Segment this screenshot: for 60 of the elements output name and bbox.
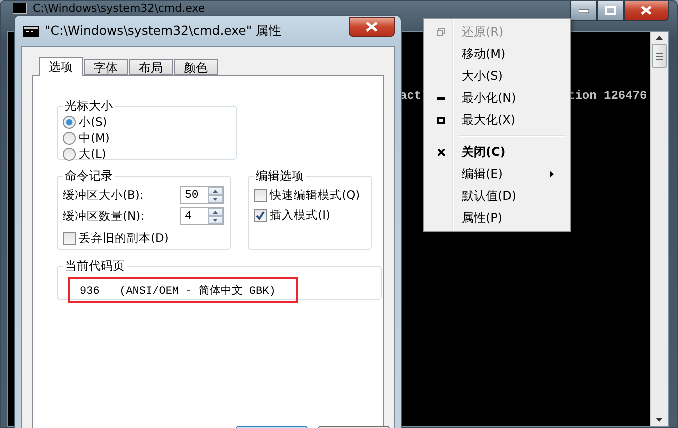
close-icon [366, 22, 378, 32]
group-title: 命令记录 [64, 168, 114, 185]
group-title: 编辑选项 [255, 168, 306, 185]
down-arrow-icon [213, 218, 218, 222]
dialog-title: "C:\Windows\system32\cmd.exe" 属性 [45, 22, 284, 40]
menu-item[interactable]: 编辑(E) [426, 163, 568, 185]
scroll-thumb[interactable] [652, 44, 667, 68]
scroll-down-icon [656, 418, 663, 422]
menu-item[interactable]: 关闭(C) [426, 141, 568, 163]
menu-item[interactable]: 默认值(D) [426, 185, 568, 207]
window-title: C:\Windows\system32\cmd.exe [33, 2, 206, 15]
spin-down-button[interactable] [208, 195, 223, 203]
group-title: 当前代码页 [64, 258, 126, 275]
radio-option[interactable]: 小(S) [63, 115, 231, 130]
up-arrow-icon [213, 210, 218, 214]
radio-option[interactable]: 中(M) [63, 131, 231, 146]
field-label: 缓冲区数量(N): [63, 208, 146, 224]
number-field[interactable]: 50 [180, 186, 224, 204]
menu-item[interactable]: 大小(S) [426, 65, 568, 87]
tab[interactable]: 字体 [84, 59, 128, 75]
close-icon [641, 6, 652, 15]
minimize-button[interactable] [570, 1, 597, 21]
checkbox-option[interactable]: 快速编辑模式(Q) [254, 188, 366, 203]
menu-item[interactable]: 属性(P) [426, 207, 568, 229]
scroll-up-icon [656, 36, 663, 40]
close-icon [438, 148, 444, 156]
scrollbar[interactable] [650, 32, 668, 426]
spin-down-button[interactable] [208, 216, 223, 224]
maximize-icon [605, 6, 616, 15]
down-arrow-icon [213, 198, 218, 200]
maximize-button[interactable] [597, 1, 624, 21]
menu-item[interactable]: 移动(M) [426, 43, 568, 65]
radio-button[interactable] [63, 148, 76, 161]
restore-icon [437, 28, 445, 36]
radio-button[interactable] [63, 116, 76, 129]
tab[interactable]: 颜色 [174, 59, 218, 75]
checkbox[interactable] [63, 232, 76, 245]
number-field[interactable]: 4 [180, 207, 224, 225]
tab[interactable]: 选项 [39, 57, 83, 76]
console-icon [23, 26, 39, 36]
close-button[interactable] [349, 17, 395, 37]
minimize-icon [578, 8, 588, 12]
radio-option[interactable]: 大(L) [63, 147, 231, 162]
checkbox[interactable] [254, 209, 268, 222]
code-page-value: 936 (ANSI/OEM - 简体中文 GBK) [80, 284, 276, 298]
radio-button[interactable] [63, 132, 76, 145]
field-label: 缓冲区大小(B): [63, 188, 145, 202]
checkbox-option[interactable]: 插入模式(I) [254, 208, 366, 223]
checkbox-option[interactable]: 丢弃旧的副本(D) [63, 231, 226, 246]
close-button[interactable] [624, 1, 669, 21]
group-title: 光标大小 [64, 98, 114, 115]
up-arrow-icon [213, 190, 218, 192]
maximize-icon [437, 116, 445, 124]
minimize-icon [437, 96, 445, 100]
spin-up-button[interactable] [208, 187, 223, 195]
tab[interactable]: 布局 [129, 59, 173, 75]
checkbox[interactable] [254, 189, 268, 202]
spin-up-button[interactable] [208, 208, 223, 216]
menu-item[interactable]: 最大化(X) [426, 109, 568, 131]
menu-item[interactable]: 最小化(N) [426, 87, 568, 109]
